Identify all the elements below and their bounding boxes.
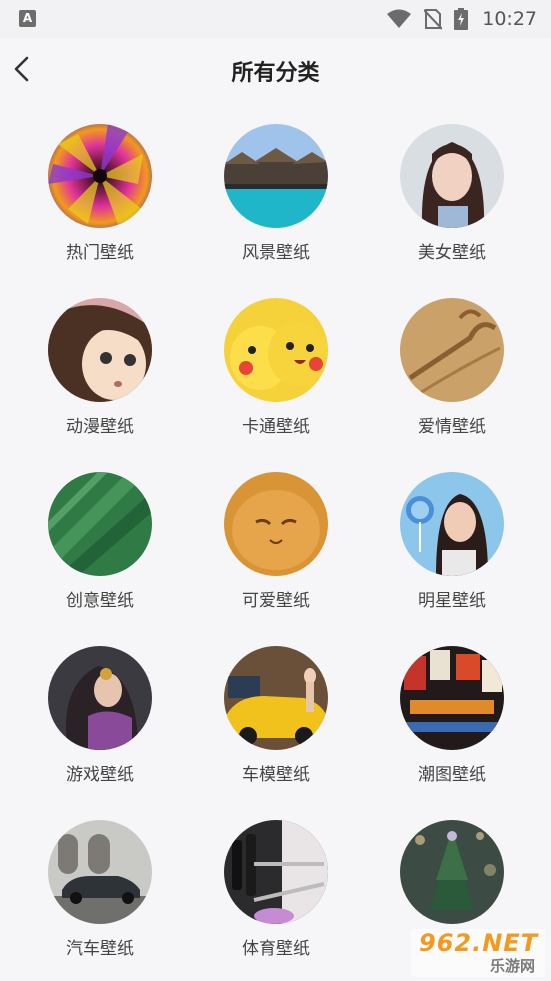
category-label: 游戏壁纸 bbox=[66, 765, 134, 785]
category-label: 可爱壁纸 bbox=[242, 591, 310, 611]
category-label: 汽车壁纸 bbox=[66, 939, 134, 959]
category-thumbnail bbox=[400, 646, 504, 750]
status-time: 10:27 bbox=[482, 8, 537, 30]
battery-charging-icon bbox=[454, 8, 469, 30]
category-label: 美女壁纸 bbox=[418, 243, 486, 263]
category-thumbnail bbox=[400, 124, 504, 228]
category-love[interactable]: 爱情壁纸 bbox=[382, 298, 522, 458]
category-thumbnail bbox=[48, 124, 152, 228]
category-thumbnail bbox=[224, 820, 328, 924]
category-label: 热门壁纸 bbox=[66, 243, 134, 263]
category-thumbnail bbox=[400, 298, 504, 402]
category-thumbnail bbox=[400, 820, 504, 924]
category-cartoon[interactable]: 卡通壁纸 bbox=[206, 298, 346, 458]
watermark-sub-text: 乐游网 bbox=[489, 957, 535, 975]
category-sports[interactable]: 体育壁纸 bbox=[206, 820, 346, 980]
category-label: 体育壁纸 bbox=[242, 939, 310, 959]
category-creative[interactable]: 创意壁纸 bbox=[30, 472, 170, 632]
category-thumbnail bbox=[48, 820, 152, 924]
category-thumbnail bbox=[400, 472, 504, 576]
status-bar: A 10:27 bbox=[0, 0, 551, 38]
category-thumbnail bbox=[224, 298, 328, 402]
watermark-main-text: 962.NET bbox=[419, 929, 539, 957]
category-label: 动漫壁纸 bbox=[66, 417, 134, 437]
category-scenery[interactable]: 风景壁纸 bbox=[206, 124, 346, 284]
page-header: 所有分类 bbox=[0, 38, 551, 102]
category-cute[interactable]: 可爱壁纸 bbox=[206, 472, 346, 632]
category-celebrity[interactable]: 明星壁纸 bbox=[382, 472, 522, 632]
category-game[interactable]: 游戏壁纸 bbox=[30, 646, 170, 806]
category-thumbnail bbox=[48, 298, 152, 402]
category-label: 创意壁纸 bbox=[66, 591, 134, 611]
watermark-logo: 962.NET 乐游网 bbox=[411, 929, 545, 977]
category-thumbnail bbox=[48, 646, 152, 750]
category-label: 潮图壁纸 bbox=[418, 765, 486, 785]
category-thumbnail bbox=[48, 472, 152, 576]
category-thumbnail bbox=[224, 472, 328, 576]
page-title: 所有分类 bbox=[231, 61, 320, 86]
category-label: 明星壁纸 bbox=[418, 591, 486, 611]
category-label: 车模壁纸 bbox=[242, 765, 310, 785]
category-thumbnail bbox=[224, 646, 328, 750]
category-anime[interactable]: 动漫壁纸 bbox=[30, 298, 170, 458]
category-label: 爱情壁纸 bbox=[418, 417, 486, 437]
category-trendy[interactable]: 潮图壁纸 bbox=[382, 646, 522, 806]
category-automobile[interactable]: 汽车壁纸 bbox=[30, 820, 170, 980]
category-label: 风景壁纸 bbox=[242, 243, 310, 263]
category-car-model[interactable]: 车模壁纸 bbox=[206, 646, 346, 806]
category-thumbnail bbox=[224, 124, 328, 228]
category-label: 卡通壁纸 bbox=[242, 417, 310, 437]
category-hot[interactable]: 热门壁纸 bbox=[30, 124, 170, 284]
no-sim-icon bbox=[424, 9, 443, 30]
wifi-icon bbox=[387, 9, 412, 28]
app-notification-icon: A bbox=[19, 10, 36, 27]
category-beauty[interactable]: 美女壁纸 bbox=[382, 124, 522, 284]
status-icons: 10:27 bbox=[386, 6, 537, 32]
